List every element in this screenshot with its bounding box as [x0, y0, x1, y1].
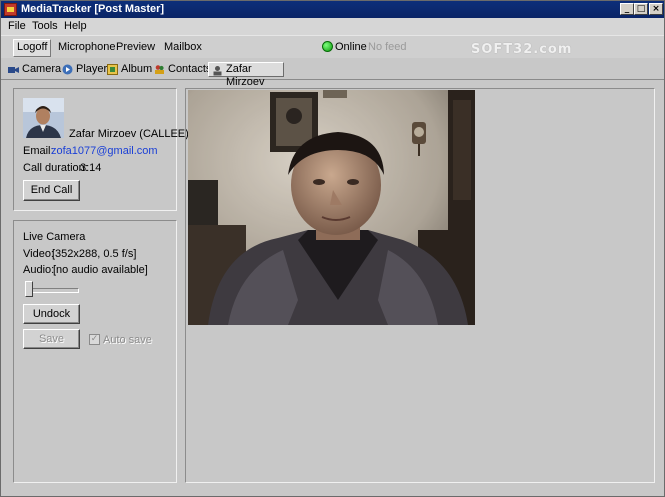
audio-info: [no audio available]: [53, 264, 148, 276]
logoff-button[interactable]: Logoff: [13, 39, 52, 57]
autosave-label: Auto save: [103, 334, 152, 346]
volume-slider-thumb[interactable]: [25, 281, 33, 297]
email-label: Email:: [23, 145, 54, 157]
tab-album-label: Album: [121, 63, 153, 75]
tab-contacts[interactable]: Contacts: [151, 62, 211, 77]
video-info: [352x288, 0.5 f/s]: [52, 248, 137, 260]
save-button[interactable]: Save: [23, 329, 80, 349]
tab-camera-label: Camera: [22, 63, 62, 75]
title-bar[interactable]: MediaTracker [Post Master] _ □ ×: [1, 1, 664, 18]
call-duration-label: Call duration:: [23, 162, 88, 174]
app-icon: [4, 3, 17, 16]
audio-label: Audio:: [23, 264, 55, 276]
window-title: MediaTracker [Post Master]: [21, 3, 165, 15]
call-duration-value: 3:14: [80, 162, 102, 174]
close-button[interactable]: ×: [649, 3, 663, 15]
maximize-button[interactable]: □: [634, 3, 648, 15]
minimize-button[interactable]: _: [620, 3, 634, 15]
menu-file[interactable]: File: [8, 20, 26, 32]
online-status-icon: [322, 41, 333, 52]
tab-album[interactable]: Album: [104, 62, 153, 77]
autosave-checkbox[interactable]: ✓: [89, 334, 100, 345]
email-link[interactable]: zofa1077@gmail.com: [51, 145, 158, 157]
menu-help[interactable]: Help: [64, 20, 87, 32]
live-video-frame: [188, 90, 475, 325]
contact-name: Zafar Mirzoev (CALLEE): [69, 128, 189, 140]
album-icon: [107, 64, 118, 75]
tab-player-label: Player: [76, 63, 108, 75]
tab-bar: Camera Player Album Contacts Zafar Mirzo…: [1, 59, 664, 88]
user-icon: [213, 66, 222, 76]
online-status-label: Online: [335, 41, 367, 53]
mailbox-button[interactable]: Mailbox: [161, 39, 205, 55]
contact-avatar: [23, 98, 64, 138]
volume-slider-track[interactable]: [25, 288, 79, 293]
contacts-icon: [155, 65, 164, 74]
video-label: Video:: [23, 248, 54, 260]
app-window: MediaTracker [Post Master] _ □ × File To…: [0, 0, 665, 497]
tab-zafar-mirzoev[interactable]: Zafar Mirzoev: [208, 62, 284, 88]
watermark-logo: SOFT32.com: [471, 42, 573, 57]
tab-player[interactable]: Player: [59, 62, 107, 77]
preview-button[interactable]: Preview: [113, 39, 158, 55]
feed-status-label: No feed: [368, 41, 407, 53]
end-call-button[interactable]: End Call: [23, 180, 80, 201]
player-icon: [62, 64, 73, 75]
tab-camera[interactable]: Camera: [5, 62, 61, 77]
camera-icon: [8, 67, 19, 73]
menu-bar: File Tools Help: [1, 18, 664, 35]
undock-button[interactable]: Undock: [23, 304, 80, 324]
microphone-button[interactable]: Microphone: [55, 39, 118, 55]
tab-zafar-mirzoev-label: Zafar Mirzoev: [226, 63, 265, 88]
live-camera-heading: Live Camera: [23, 231, 86, 243]
menu-tools[interactable]: Tools: [32, 20, 58, 32]
tab-contacts-label: Contacts: [168, 63, 212, 75]
